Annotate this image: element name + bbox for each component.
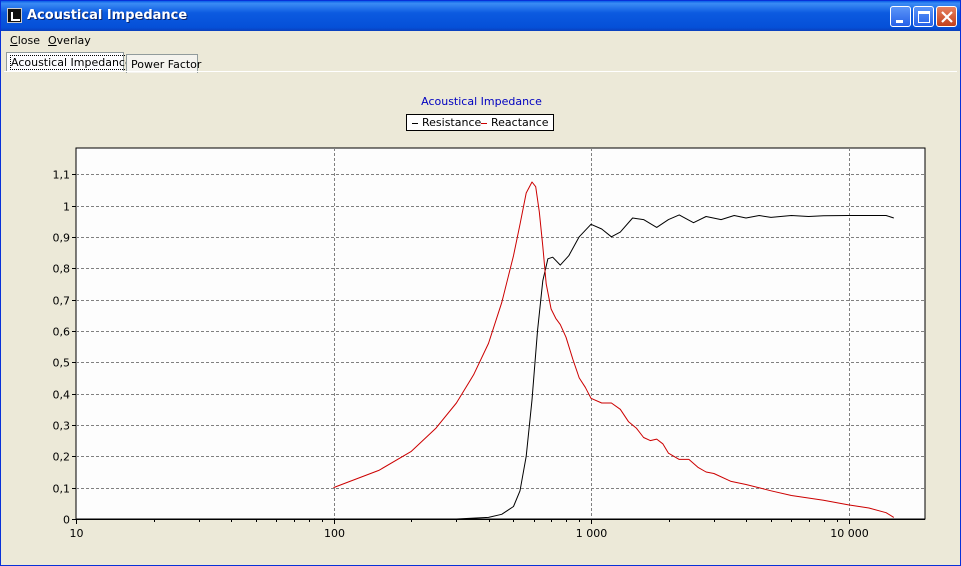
- legend-item-resistance: Resistance: [412, 116, 481, 129]
- legend-label-reactance: Reactance: [491, 116, 549, 129]
- maximize-button[interactable]: [913, 6, 934, 27]
- menu-overlay[interactable]: Overlay: [48, 34, 91, 47]
- tab-acoustical-impedance-label: Acoustical Impedance: [10, 55, 133, 70]
- menu-overlay-accel: O: [48, 34, 57, 47]
- menu-overlay-rest: verlay: [56, 34, 91, 47]
- menu-bar: Close Overlay: [1, 31, 960, 50]
- close-icon: [941, 11, 953, 23]
- tab-power-factor-label: Power Factor: [131, 58, 202, 71]
- legend-swatch-reactance: [481, 122, 487, 124]
- legend-swatch-resistance: [412, 122, 418, 124]
- tab-strip: Acoustical Impedance Power Factor: [1, 50, 960, 73]
- window-title: Acoustical Impedance: [27, 8, 188, 23]
- app-window: Acoustical Impedance Close Overlay Acous…: [0, 0, 961, 566]
- menu-close-rest: lose: [17, 34, 40, 47]
- minimize-button[interactable]: [890, 6, 911, 27]
- chart-legend: Resistance Reactance: [406, 114, 554, 131]
- legend-item-reactance: Reactance: [481, 116, 549, 129]
- tab-panel: [4, 71, 957, 562]
- legend-label-resistance: Resistance: [422, 116, 482, 129]
- minimize-icon: [896, 20, 903, 23]
- menu-close-accel: C: [10, 34, 18, 47]
- maximize-icon: [918, 11, 930, 23]
- close-button[interactable]: [936, 6, 957, 27]
- menu-close[interactable]: Close: [10, 34, 40, 47]
- chart-title: Acoustical Impedance: [421, 95, 542, 108]
- tab-acoustical-impedance[interactable]: Acoustical Impedance: [6, 52, 133, 72]
- title-bar[interactable]: Acoustical Impedance: [1, 1, 960, 31]
- app-icon[interactable]: [7, 8, 22, 23]
